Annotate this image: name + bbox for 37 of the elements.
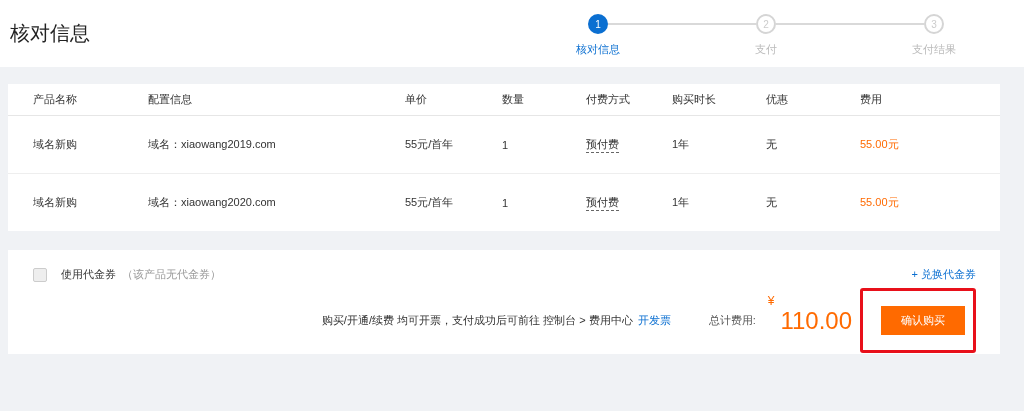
table-cell: 55元/首年 (405, 196, 454, 208)
step-number: 1 (588, 14, 608, 34)
column-header: 数量 (502, 92, 525, 107)
column-header: 付费方式 (586, 92, 631, 107)
table-cell: 域名新购 (33, 138, 77, 150)
table-cell: 1年 (672, 138, 690, 150)
table-cell: 域名：xiaowang2019.com (148, 138, 276, 150)
voucher-label: 使用代金券 (61, 267, 116, 282)
table-cell: 域名：xiaowang2020.com (148, 196, 276, 208)
table-cell: 无 (766, 138, 777, 150)
step-label: 核对信息 (576, 42, 620, 57)
table-cell: 55.00元 (860, 196, 899, 208)
total-label: 总计费用: (708, 313, 756, 328)
column-header: 购买时长 (672, 92, 717, 107)
page-title: 核对信息 (10, 21, 90, 46)
step-label: 支付 (755, 42, 777, 57)
column-header: 费用 (860, 92, 883, 107)
table-cell: 预付费 (586, 196, 619, 211)
voucher-note: （该产品无代金券） (122, 267, 221, 282)
column-header: 配置信息 (148, 92, 193, 107)
column-header: 单价 (405, 92, 428, 107)
table-cell: 1年 (672, 196, 690, 208)
currency-symbol: ¥ (767, 294, 775, 308)
invoice-note: 购买/开通/续费 均可开票，支付成功后可前往 控制台 > 费用中心 (321, 313, 633, 328)
table-cell: 预付费 (586, 138, 619, 153)
table-cell: 无 (766, 196, 777, 208)
table-cell: 1 (502, 138, 509, 151)
table-cell: 55.00元 (860, 138, 899, 150)
table-cell: 域名新购 (33, 196, 77, 208)
confirm-purchase-button[interactable]: 确认购买 (881, 306, 965, 335)
step-label: 支付结果 (912, 42, 956, 57)
table-cell: 1 (502, 196, 509, 209)
invoice-link[interactable]: 开发票 (637, 313, 671, 328)
column-header: 优惠 (766, 92, 789, 107)
total-amount: 110.00 (780, 306, 852, 335)
column-header: 产品名称 (33, 92, 78, 107)
table-cell: 55元/首年 (405, 138, 454, 150)
